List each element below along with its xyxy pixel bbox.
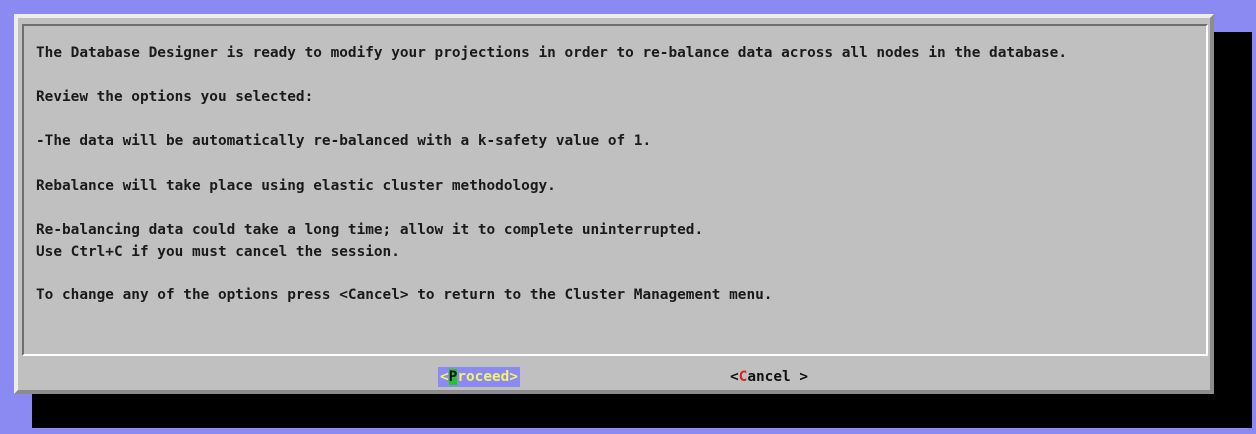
dialog-box: The Database Designer is ready to modify…: [14, 14, 1214, 394]
cancel-button[interactable]: <Cancel >: [730, 367, 808, 387]
proceed-close-bracket: >: [509, 369, 518, 385]
proceed-button[interactable]: <Proceed>: [438, 367, 520, 387]
message-methodology: Rebalance will take place using elastic …: [36, 178, 556, 194]
proceed-label: roceed: [457, 369, 510, 385]
cancel-label: ancel: [747, 369, 791, 385]
message-ksafety-option: -The data will be automatically re-balan…: [36, 133, 652, 149]
message-duration-warning: Re-balancing data could take a long time…: [36, 222, 704, 238]
message-review-heading: Review the options you selected:: [36, 89, 314, 105]
message-cancel-hint: Use Ctrl+C if you must cancel the sessio…: [36, 244, 400, 260]
cancel-close-bracket: >: [790, 369, 808, 385]
proceed-open-bracket: <: [440, 369, 449, 385]
message-intro: The Database Designer is ready to modify…: [36, 45, 1068, 61]
cancel-open-bracket: <: [730, 369, 739, 385]
message-change-options: To change any of the options press <Canc…: [36, 287, 773, 303]
message-area: The Database Designer is ready to modify…: [22, 24, 1208, 356]
